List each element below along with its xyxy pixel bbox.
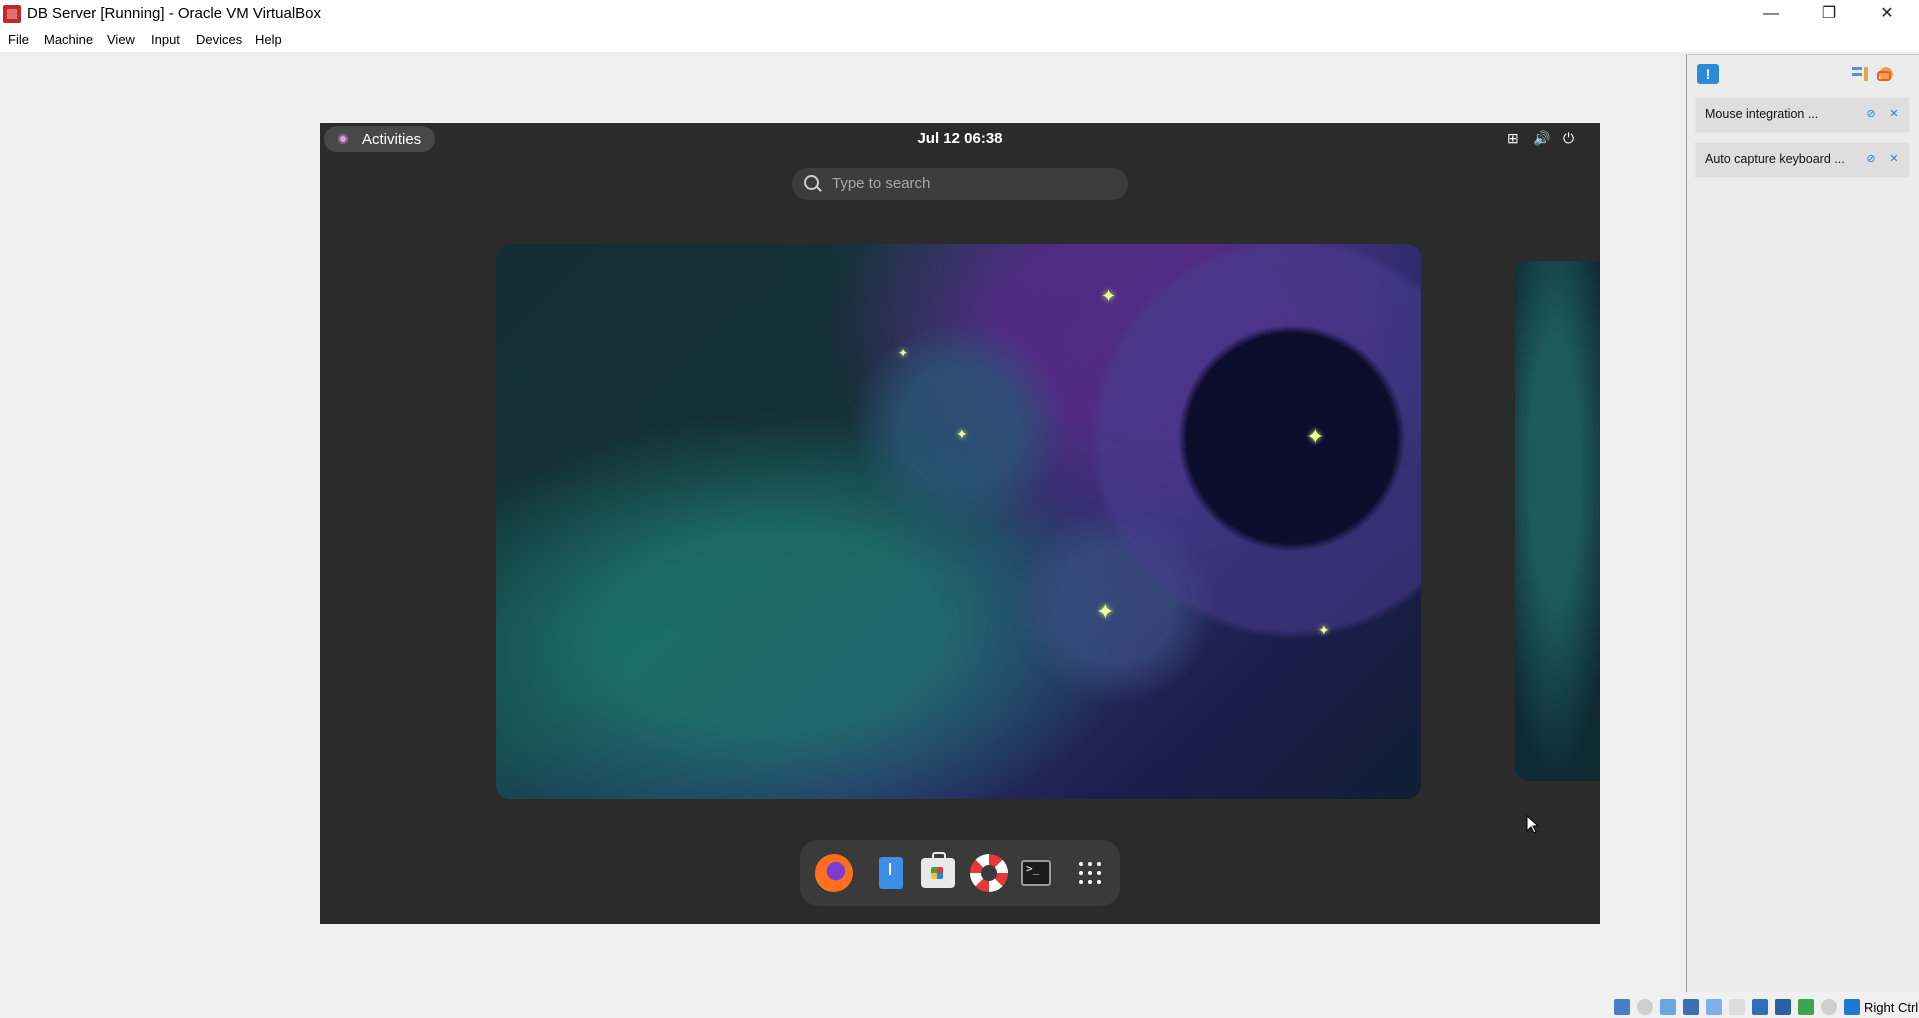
do-not-show-icon[interactable]: ⊘ [1865,108,1877,120]
search-input[interactable]: Type to search [792,168,1128,200]
close-notification-icon[interactable]: ✕ [1888,108,1900,120]
host-key-label: Right Ctrl [1864,1000,1919,1015]
star-decoration: ✦ [1101,286,1117,306]
star-decoration: ✦ [956,426,968,442]
menu-view[interactable]: View [107,32,135,47]
menu-devices[interactable]: Devices [196,32,242,47]
network-status-icon[interactable] [1683,999,1699,1015]
minimize-button[interactable]: — [1742,0,1800,28]
notification-item[interactable]: Auto capture keyboard ... ⊘ ✕ [1695,142,1910,178]
help-icon[interactable] [970,854,1008,892]
terminal-icon[interactable]: >_ [1021,860,1051,886]
keyboard-capture-icon[interactable] [1844,999,1860,1015]
star-decoration: ✦ [1096,599,1115,624]
firefox-icon[interactable] [815,854,853,892]
mouse-cursor-icon [1526,815,1540,834]
display-icon[interactable] [1752,999,1768,1015]
recording-icon[interactable] [1775,999,1791,1015]
optical-drive-icon[interactable] [1637,999,1653,1015]
menu-bar: File Machine View Input Devices Help [0,28,1919,52]
menu-machine[interactable]: Machine [44,32,93,47]
notification-alert-icon[interactable]: ! [1697,64,1719,84]
next-workspace-preview[interactable] [1515,261,1600,781]
search-icon [804,175,819,190]
star-decoration: ✦ [1306,424,1325,449]
files-icon[interactable] [879,857,903,889]
clock[interactable]: Jul 12 06:38 [320,130,1600,147]
audio-icon[interactable] [1660,999,1676,1015]
hard-disk-icon[interactable] [1614,999,1630,1015]
power-icon[interactable]: ⏻ [1563,130,1574,147]
sort-notifications-icon[interactable] [1850,65,1870,83]
mouse-integration-icon[interactable] [1821,999,1837,1015]
menu-file[interactable]: File [8,32,29,47]
restore-button[interactable]: ❐ [1800,0,1858,28]
dock: >_ [800,840,1120,906]
close-notification-icon[interactable]: ✕ [1888,153,1900,165]
menu-help[interactable]: Help [255,32,282,47]
search-placeholder: Type to search [832,175,931,192]
usb-icon[interactable] [1706,999,1722,1015]
shared-folders-icon[interactable] [1729,999,1745,1015]
close-button[interactable]: ✕ [1858,0,1916,28]
network-icon[interactable]: ⊞ [1507,130,1519,147]
menu-input[interactable]: Input [151,32,180,47]
star-decoration: ✦ [898,346,909,360]
window-title: DB Server [Running] - Oracle VM VirtualB… [27,5,322,22]
virtualbox-icon [3,5,21,23]
notification-center: ! Mouse integration ... ⊘ ✕ Auto capture… [1686,54,1919,992]
do-not-show-icon[interactable]: ⊘ [1865,153,1877,165]
notification-text: Mouse integration ... [1705,107,1819,121]
show-apps-icon[interactable] [1071,854,1109,892]
workspace-preview[interactable]: ✦ ✦ ✦ ✦ ✦ ✦ [496,244,1421,799]
cpu-icon[interactable] [1798,999,1814,1015]
notification-item[interactable]: Mouse integration ... ⊘ ✕ [1695,97,1910,133]
volume-icon[interactable]: 🔊 [1533,130,1550,147]
vm-display[interactable]: Activities Jul 12 06:38 ⊞ 🔊 ⏻ Type to se… [320,123,1600,924]
dismiss-all-icon[interactable] [1874,65,1894,83]
star-decoration: ✦ [1318,622,1330,638]
notification-text: Auto capture keyboard ... [1705,152,1845,166]
software-icon[interactable] [921,852,955,888]
title-bar: DB Server [Running] - Oracle VM VirtualB… [0,0,1919,28]
